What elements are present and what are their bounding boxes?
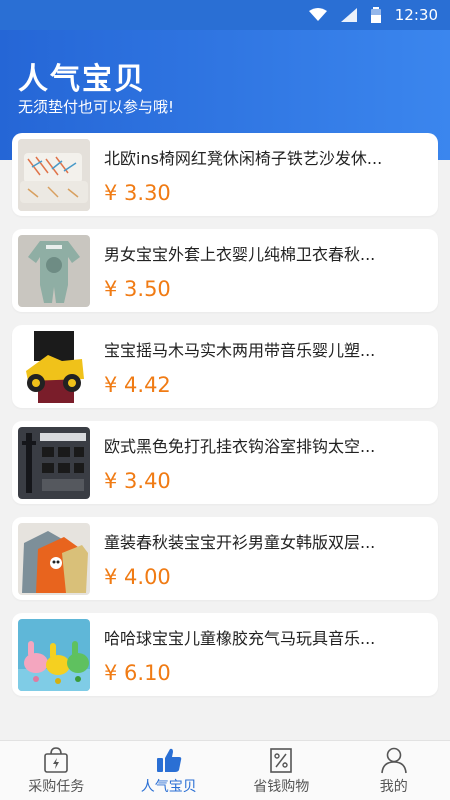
product-card[interactable]: 童装春秋装宝宝开衫男童女韩版双层... ¥ 4.00 (12, 517, 438, 600)
product-card[interactable]: 欧式黑色免打孔挂衣钩浴室排钩太空... ¥ 3.40 (12, 421, 438, 504)
bottom-tab-bar: 采购任务 人气宝贝 省钱购物 我的 (0, 740, 450, 800)
product-price: ¥ 3.30 (104, 180, 171, 205)
product-image (18, 426, 90, 499)
product-title: 男女宝宝外套上衣婴儿纯棉卫衣春秋... (104, 244, 376, 263)
wifi-icon (308, 8, 327, 21)
shopping-bag-icon (44, 747, 69, 773)
signal-icon (340, 8, 357, 22)
product-price: ¥ 6.10 (104, 660, 171, 685)
tab-label: 采购任务 (28, 779, 85, 795)
discount-icon (270, 748, 293, 773)
product-image (18, 522, 90, 595)
product-card[interactable]: 男女宝宝外套上衣婴儿纯棉卫衣春秋... ¥ 3.50 (12, 229, 438, 312)
product-price: ¥ 3.50 (104, 276, 171, 301)
thumbs-up-icon (156, 748, 181, 772)
product-price: ¥ 4.42 (104, 372, 171, 397)
product-list: 北欧ins椅网红凳休闲椅子铁艺沙发休... ¥ 3.30 男女宝宝外套上衣婴儿纯… (12, 133, 438, 709)
page-subtitle: 无须垫付也可以参与哦! (18, 98, 175, 116)
tab-label: 省钱购物 (253, 779, 310, 795)
product-image (18, 138, 90, 211)
page-title: 人气宝贝 (18, 62, 146, 97)
product-title: 童装春秋装宝宝开衫男童女韩版双层... (104, 532, 376, 551)
tab-mine[interactable]: 我的 (338, 741, 450, 800)
product-title: 宝宝摇马木马实木两用带音乐婴儿塑... (104, 340, 376, 359)
product-title: 哈哈球宝宝儿童橡胶充气马玩具音乐... (104, 628, 376, 647)
tab-popular-items[interactable]: 人气宝贝 (113, 741, 226, 800)
product-price: ¥ 4.00 (104, 564, 171, 589)
tab-save-money[interactable]: 省钱购物 (225, 741, 338, 800)
product-title: 北欧ins椅网红凳休闲椅子铁艺沙发休... (104, 148, 383, 167)
battery-icon (370, 7, 381, 23)
product-card[interactable]: 哈哈球宝宝儿童橡胶充气马玩具音乐... ¥ 6.10 (12, 613, 438, 696)
status-bar: 12:30 (0, 0, 450, 30)
product-image (18, 618, 90, 691)
status-time: 12:30 (394, 6, 438, 24)
tab-label: 人气宝贝 (140, 779, 197, 795)
product-card[interactable]: 宝宝摇马木马实木两用带音乐婴儿塑... ¥ 4.42 (12, 325, 438, 408)
product-image (18, 330, 90, 403)
product-card[interactable]: 北欧ins椅网红凳休闲椅子铁艺沙发休... ¥ 3.30 (12, 133, 438, 216)
tab-label: 我的 (379, 779, 408, 795)
tab-purchase-tasks[interactable]: 采购任务 (0, 741, 113, 800)
product-image (18, 234, 90, 307)
product-price: ¥ 3.40 (104, 468, 171, 493)
user-icon (380, 747, 407, 774)
product-title: 欧式黑色免打孔挂衣钩浴室排钩太空... (104, 436, 376, 455)
